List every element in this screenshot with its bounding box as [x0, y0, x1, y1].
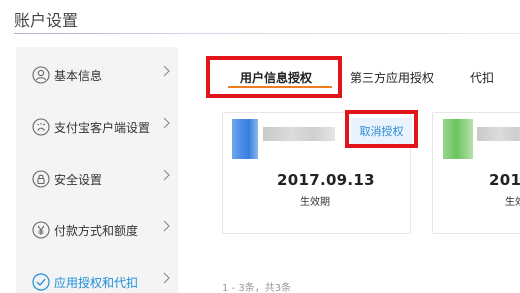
blurred-app-name	[477, 127, 520, 141]
check-circle-icon	[32, 273, 50, 291]
sidebar-item-security[interactable]: 安全设置	[16, 165, 178, 193]
tab-agent-debit[interactable]: 代扣	[470, 60, 510, 98]
page-title: 账户设置	[14, 11, 79, 30]
highlight-box	[206, 56, 342, 98]
tab-label: 第三方应用授权	[350, 71, 435, 85]
effective-label: 生效期	[300, 197, 330, 208]
sidebar-item-payment-limits[interactable]: 付款方式和额度	[16, 216, 178, 244]
chevron-right-icon	[163, 169, 170, 181]
sidebar-item-client-settings[interactable]: 支付宝客户端设置	[16, 113, 178, 141]
sidebar: 基本信息 支付宝客户端设置 安全设置 付款方式和额度 应用授权和代扣	[16, 47, 178, 293]
sidebar-item-label: 基本信息	[54, 69, 103, 83]
sidebar-item-basic-info[interactable]: 基本信息	[16, 61, 178, 89]
title-divider	[14, 33, 520, 34]
sidebar-item-label: 应用授权和代扣	[54, 276, 139, 290]
client-settings-icon	[32, 118, 50, 136]
app-logo	[232, 119, 258, 159]
effective-date: 2017	[489, 171, 520, 189]
sidebar-item-app-auth[interactable]: 应用授权和代扣	[16, 268, 178, 293]
user-icon	[32, 66, 50, 84]
tab-third-party-auth[interactable]: 第三方应用授权	[350, 60, 440, 98]
yen-icon	[32, 221, 50, 239]
sidebar-item-label: 付款方式和额度	[54, 224, 139, 238]
chevron-right-icon	[163, 65, 170, 77]
chevron-right-icon	[163, 117, 170, 129]
lock-icon	[32, 170, 50, 188]
sidebar-item-label: 安全设置	[54, 173, 103, 187]
chevron-right-icon	[163, 272, 170, 284]
authorized-app-card: 2017 生效	[432, 112, 520, 234]
effective-date: 2017.09.13	[277, 171, 375, 189]
chevron-right-icon	[163, 220, 170, 232]
effective-label: 生效	[505, 197, 520, 208]
blurred-app-name	[263, 127, 335, 141]
sidebar-item-label: 支付宝客户端设置	[54, 121, 151, 135]
highlight-box	[345, 110, 418, 148]
pagination-summary: 1 - 3条，共3条	[222, 283, 292, 293]
app-logo	[443, 119, 473, 159]
tab-label: 代扣	[470, 71, 495, 85]
